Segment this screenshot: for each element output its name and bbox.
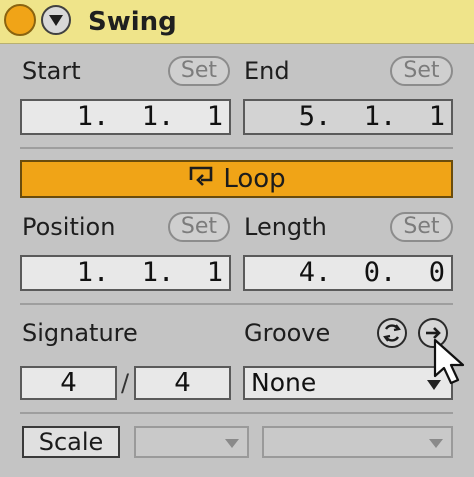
clip-header xyxy=(0,0,474,44)
divider xyxy=(20,303,453,305)
position-set-button[interactable]: Set xyxy=(168,212,230,242)
start-set-button[interactable]: Set xyxy=(168,56,230,86)
end-field[interactable]: 5. 1. 1 xyxy=(243,99,453,135)
divider xyxy=(20,412,453,414)
start-label: Start xyxy=(22,57,81,85)
end-label: End xyxy=(244,57,290,85)
groove-label: Groove xyxy=(244,319,331,347)
scale-root-dropdown[interactable] xyxy=(134,426,249,458)
groove-value: None xyxy=(251,368,317,397)
length-set-button[interactable]: Set xyxy=(390,212,453,242)
groove-dropdown[interactable]: None xyxy=(243,366,453,400)
length-label: Length xyxy=(244,213,327,241)
signature-numerator-field[interactable]: 4 xyxy=(20,366,117,400)
end-set-button[interactable]: Set xyxy=(390,56,453,86)
clip-title[interactable]: Swing xyxy=(88,2,177,42)
loop-icon xyxy=(187,161,215,195)
signature-denominator-field[interactable]: 4 xyxy=(134,366,231,400)
divider xyxy=(20,147,453,149)
groove-commit-icon[interactable] xyxy=(377,318,407,348)
signature-separator: / xyxy=(120,369,130,397)
scale-mode-dropdown[interactable] xyxy=(262,426,453,458)
clip-menu-icon[interactable] xyxy=(41,5,71,35)
start-field[interactable]: 1. 1. 1 xyxy=(20,99,231,135)
scale-button[interactable]: Scale xyxy=(22,426,120,458)
signature-label: Signature xyxy=(22,319,138,347)
loop-label: Loop xyxy=(223,164,286,194)
clip-activator-icon[interactable] xyxy=(4,4,36,36)
loop-button[interactable]: Loop xyxy=(20,160,453,198)
chevron-down-icon xyxy=(429,439,443,448)
mouse-pointer-icon xyxy=(432,338,472,388)
position-field[interactable]: 1. 1. 1 xyxy=(20,255,231,291)
chevron-down-icon xyxy=(225,439,239,448)
position-label: Position xyxy=(22,213,116,241)
length-field[interactable]: 4. 0. 0 xyxy=(243,255,453,291)
